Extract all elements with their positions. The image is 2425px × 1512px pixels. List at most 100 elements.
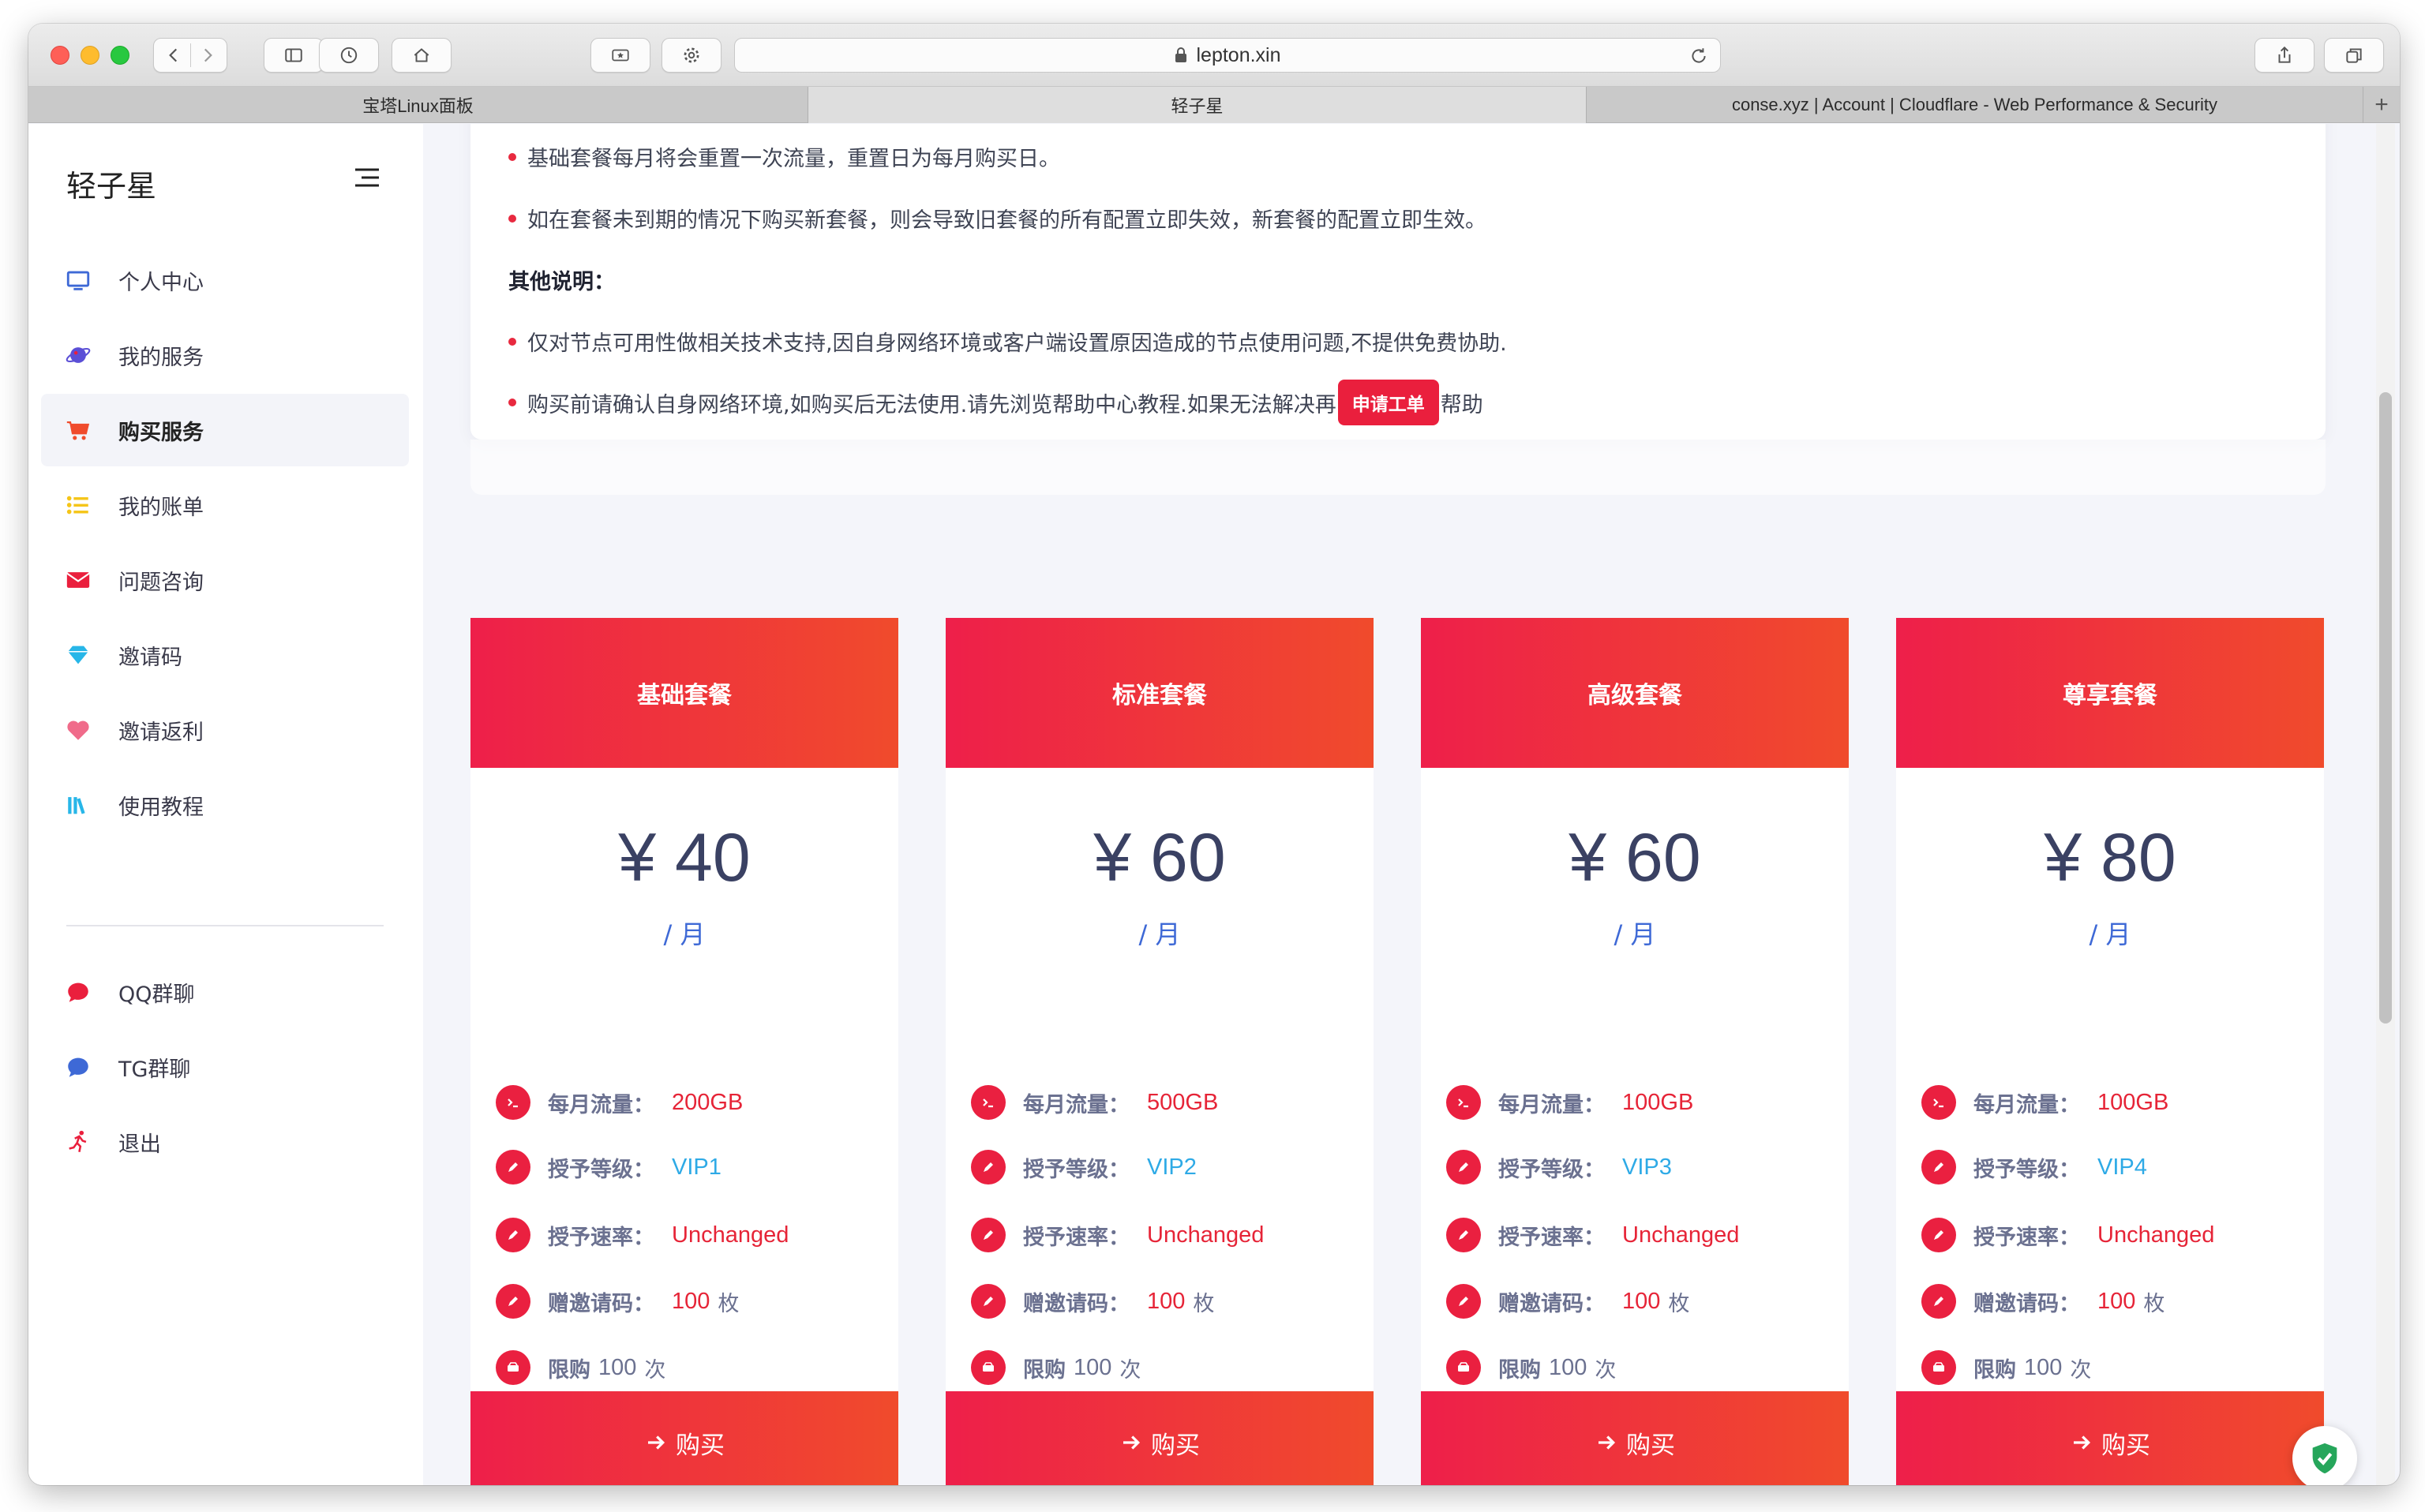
notice-card-bottom <box>470 440 2326 495</box>
sidebar-item-support[interactable]: 问题咨询 <box>41 544 409 616</box>
box-icon <box>971 1350 1006 1385</box>
sidebar-item-label: 我的账单 <box>118 495 204 520</box>
sidebar-item-label: 退出 <box>118 1132 161 1157</box>
notice-item: 基础套餐每月将会重置一次流量，重置日为每月购买日。 <box>508 141 1060 172</box>
main-content: 基础套餐每月将会重置一次流量，重置日为每月购买日。 如在套餐未到期的情况下购买新… <box>423 124 2373 1485</box>
speed-value: Unchanged <box>672 1222 789 1248</box>
tab-overview-button[interactable] <box>2324 38 2384 73</box>
invite-value: 100 <box>1147 1288 1186 1314</box>
bullet-dot <box>508 214 516 223</box>
plan-price: ¥ 80 <box>2044 820 2176 896</box>
monitor-icon <box>65 267 92 294</box>
security-shield-button[interactable] <box>2292 1426 2357 1485</box>
notice-text: 购买前请确认自身网络环境,如购买后无法使用.请先浏览帮助中心教程.如果无法解决再 <box>527 392 1336 417</box>
sidebar-item-tutorials[interactable]: 使用教程 <box>41 769 409 841</box>
feature-limit: 限购 100 次 <box>1921 1350 2091 1385</box>
pen-icon <box>496 1218 530 1252</box>
submit-ticket-button[interactable]: 申请工单 <box>1337 380 1439 425</box>
arrow-right-icon <box>2074 1435 2091 1450</box>
sidebar-item-my-services[interactable]: 我的服务 <box>41 319 409 391</box>
feature-invite: 赠邀请码： 100 枚 <box>496 1284 739 1319</box>
sidebar-item-label: 我的服务 <box>118 345 204 370</box>
level-value: VIP1 <box>672 1154 722 1180</box>
buy-button[interactable]: 购买 <box>946 1391 1374 1485</box>
sidebar-item-invite-code[interactable]: 邀请码 <box>41 619 409 691</box>
address-bar[interactable]: lepton.xin <box>734 38 1721 73</box>
buy-button[interactable]: 购买 <box>470 1391 898 1485</box>
plan-period: / 月 <box>663 919 706 949</box>
plan-period: / 月 <box>1614 919 1656 949</box>
sidebar-item-referral[interactable]: 邀请返利 <box>41 694 409 766</box>
notice-text: 如在套餐未到期的情况下购买新套餐，则会导致旧套餐的所有配置立即失效，新套餐的配置… <box>527 208 1486 233</box>
tab-baota[interactable]: 宝塔Linux面板 <box>28 87 808 123</box>
chat-bubble-icon <box>65 1054 92 1080</box>
feature-traffic: 每月流量： 100GB <box>1921 1085 2168 1120</box>
url-text: lepton.xin <box>1196 43 1281 66</box>
pen-icon <box>496 1284 530 1319</box>
feature-limit: 限购 100 次 <box>496 1350 665 1385</box>
back-forward-buttons[interactable] <box>153 38 227 73</box>
arrow-right-icon <box>648 1435 665 1450</box>
chevron-left-icon[interactable] <box>163 45 184 65</box>
settings-button[interactable] <box>662 38 722 73</box>
heart-icon <box>65 717 92 743</box>
reload-icon[interactable] <box>1689 46 1709 66</box>
minimize-window-button[interactable] <box>81 46 99 65</box>
buy-button[interactable]: 购买 <box>1896 1391 2324 1485</box>
running-icon <box>65 1128 92 1155</box>
planet-icon <box>65 342 92 369</box>
arrow-right-icon <box>1599 1435 1616 1450</box>
sidebar-item-label: 使用教程 <box>118 795 204 820</box>
pen-icon <box>1446 1284 1481 1319</box>
notice-item: 购买前请确认自身网络环境,如购买后无法使用.请先浏览帮助中心教程.如果无法解决再… <box>508 380 1483 425</box>
purchase-notice: 基础套餐每月将会重置一次流量，重置日为每月购买日。 如在套餐未到期的情况下购买新… <box>470 124 2326 440</box>
notice-item: 仅对节点可用性做相关技术支持,因自身网络环境或客户端设置原因造成的节点使用问题,… <box>508 326 1507 357</box>
sidebar-item-profile[interactable]: 个人中心 <box>41 244 409 316</box>
page-scrollbar[interactable] <box>2376 124 2395 1485</box>
close-window-button[interactable] <box>51 46 69 65</box>
tab-lepton[interactable]: 轻子星 <box>808 87 1587 123</box>
sidebar-item-label: QQ群聊 <box>118 982 195 1007</box>
page: 轻子星 个人中心 我的服务 购买服务 我的账单 问题咨询 邀请码 邀请返利 使用… <box>28 124 2400 1485</box>
new-tab-button[interactable]: + <box>2363 87 2400 123</box>
limit-value: 100 <box>2024 1354 2063 1380</box>
limit-value: 100 <box>598 1354 637 1380</box>
history-button[interactable] <box>319 38 379 73</box>
box-icon <box>1921 1350 1956 1385</box>
shield-check-icon <box>2312 1443 2337 1474</box>
sidebar-item-buy-services[interactable]: 购买服务 <box>41 394 409 466</box>
level-value: VIP3 <box>1622 1154 1672 1180</box>
invite-value: 100 <box>1622 1288 1661 1314</box>
notice-text: 帮助 <box>1440 392 1483 417</box>
scrollbar-thumb[interactable] <box>2379 392 2392 1024</box>
feature-invite: 赠邀请码： 100 枚 <box>971 1284 1214 1319</box>
pen-icon <box>1921 1284 1956 1319</box>
terminal-icon <box>496 1085 530 1120</box>
limit-value: 100 <box>1549 1354 1587 1380</box>
traffic-value: 100GB <box>1622 1089 1694 1115</box>
chevron-right-icon[interactable] <box>197 45 218 65</box>
cart-icon <box>65 417 92 443</box>
pen-icon <box>1446 1218 1481 1252</box>
sidebar-item-qq-group[interactable]: QQ群聊 <box>41 956 409 1028</box>
bullet-dot <box>508 399 516 406</box>
sidebar-item-logout[interactable]: 退出 <box>41 1106 409 1178</box>
sidebar-item-my-bills[interactable]: 我的账单 <box>41 469 409 541</box>
feature-invite: 赠邀请码： 100 枚 <box>1446 1284 1689 1319</box>
menu-toggle-icon[interactable] <box>352 165 382 190</box>
plan-name: 高级套餐 <box>1421 618 1849 768</box>
buy-button[interactable]: 购买 <box>1421 1391 1849 1485</box>
terminal-icon <box>1921 1085 1956 1120</box>
home-button[interactable] <box>392 38 452 73</box>
tab-cloudflare[interactable]: conse.xyz | Account | Cloudflare - Web P… <box>1587 87 2363 123</box>
sidebar-icon <box>285 48 302 62</box>
plan-price: ¥ 40 <box>618 820 751 896</box>
plan-price: ¥ 60 <box>1569 820 1701 896</box>
bookmark-button[interactable] <box>590 38 650 73</box>
sidebar-toggle-button[interactable] <box>264 38 324 73</box>
sidebar-item-tg-group[interactable]: TG群聊 <box>41 1031 409 1103</box>
pen-icon <box>1921 1150 1956 1185</box>
share-button[interactable] <box>2254 38 2314 73</box>
plan-card-advanced: 高级套餐 ¥ 60 / 月 每月流量： 100GB 授予等级： VIP3 授予速… <box>1421 618 1849 1485</box>
zoom-window-button[interactable] <box>111 46 129 65</box>
